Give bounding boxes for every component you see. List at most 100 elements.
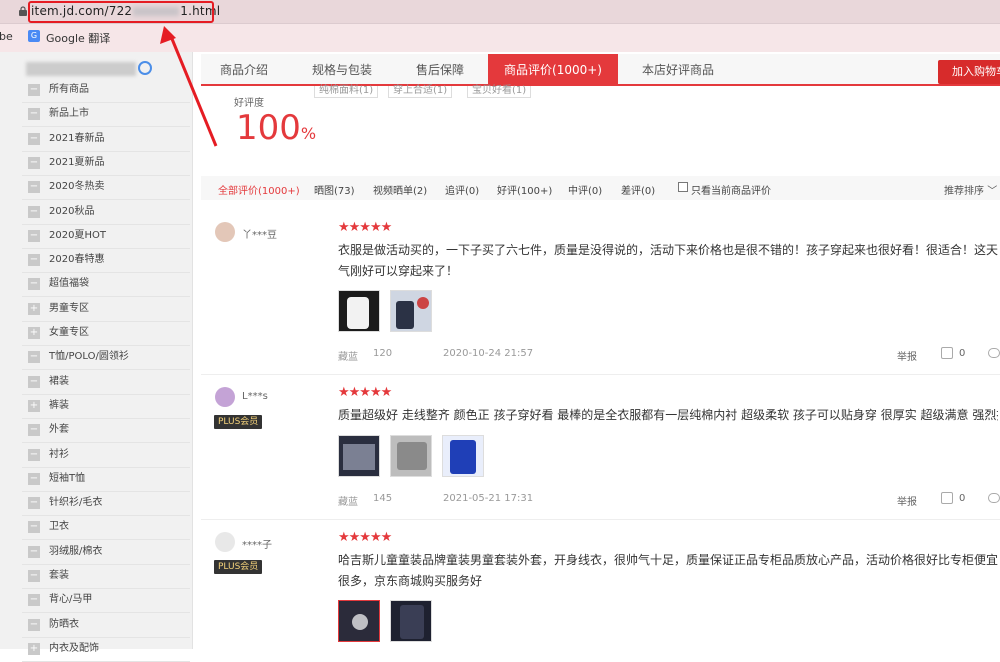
sidebar-category-item[interactable]: − 卫衣 [22,516,190,541]
tab-spec[interactable]: 规格与包装 [297,54,387,86]
thumbs-up-icon[interactable] [941,492,953,504]
collapse-icon[interactable]: − [28,545,40,558]
thumbs-up-icon[interactable] [941,347,953,359]
reviewer-name[interactable]: 丫***豆 [242,226,277,241]
chat-icon[interactable] [138,61,152,75]
sidebar-category-item[interactable]: − 防晒衣 [22,614,190,638]
sidebar-category-item[interactable]: − T恤/POLO/圆领衫 [22,346,190,371]
filter-neutral[interactable]: 中评(0) [568,182,602,197]
sidebar-category-item[interactable]: − 所有商品 [22,79,190,103]
review-item: 丫***豆 ★★★★★ 衣服是做活动买的，一下子买了六七件，质量是没得说的，活动… [201,210,1000,375]
sidebar-category-item[interactable]: −2021春新品 [22,128,190,152]
filter-videos[interactable]: 视频晒单(2) [373,182,427,197]
product-tabs: 商品介绍 规格与包装 售后保障 商品评价(1000+) 本店好评商品 [201,54,1000,86]
sidebar-category-item[interactable]: − 背心/马甲 [22,589,190,614]
sidebar-category-item[interactable]: − 新品上市 [22,103,190,128]
tab-intro[interactable]: 商品介绍 [201,54,287,86]
review-tag[interactable]: 穿上合适(1) [388,86,453,98]
sidebar-category-item[interactable]: − 短袖T恤 [22,468,190,492]
sidebar-category-label: 超值福袋 [49,278,89,290]
sidebar-category-item[interactable]: − 裙装 [22,371,190,395]
collapse-icon[interactable]: − [28,351,40,364]
sidebar-category-item[interactable]: − 衬衫 [22,444,190,468]
review-photo-thumbnail[interactable] [390,435,432,477]
bookmark-item[interactable]: be [0,30,13,43]
sidebar-category-label: 2020夏HOT [49,229,106,241]
report-link[interactable]: 举报 [897,348,917,363]
add-to-cart-button[interactable]: 加入购物车 [938,60,1000,84]
review-photo-thumbnail[interactable] [338,290,380,332]
sidebar-category-label: 女童专区 [49,327,89,338]
tab-aftersale[interactable]: 售后保障 [397,54,483,86]
collapse-icon[interactable]: − [28,108,40,121]
sidebar-category-label: 短袖T恤 [49,472,86,484]
sidebar-category-item[interactable]: − 针织衫/毛衣 [22,492,190,517]
review-photo-thumbnail[interactable] [390,600,432,642]
sidebar-category-item[interactable]: + 内衣及配饰 [22,638,190,662]
sidebar-category-label: 背心/马甲 [49,594,93,606]
review-video-thumbnail[interactable] [338,600,380,642]
reviewer-name[interactable]: ****子 [242,536,272,551]
collapse-icon[interactable]: − [28,594,40,607]
collapse-icon[interactable]: − [28,132,40,145]
collapse-icon[interactable]: − [28,521,40,534]
sidebar-category-item[interactable]: −2020冬热卖 [22,176,190,201]
collapse-icon[interactable]: − [28,375,40,388]
sidebar-category-label: 卫衣 [49,521,69,533]
comment-icon[interactable] [988,348,1000,358]
collapse-icon[interactable]: − [28,278,40,291]
sidebar-category-item[interactable]: −2020春特惠 [22,249,190,274]
sidebar-category-item[interactable]: + 裤装 [22,395,190,419]
sidebar-category-item[interactable]: − 外套 [22,419,190,444]
star-rating: ★★★★★ [338,385,392,400]
filter-all[interactable]: 全部评价(1000+) [218,182,300,197]
report-link[interactable]: 举报 [897,493,917,508]
like-count: 0 [959,493,966,504]
review-photo-thumbnail[interactable] [338,435,380,477]
review-variant: 藏蓝 [338,497,358,508]
collapse-icon[interactable]: − [28,156,40,169]
only-current-checkbox[interactable] [678,182,688,192]
sidebar-category-label: 外套 [49,424,69,436]
sidebar-category-item[interactable]: − 羽绒服/棉衣 [22,541,190,565]
review-tag[interactable]: 宝贝好看(1) [467,86,532,98]
only-current-label[interactable]: 只看当前商品评价 [691,182,771,197]
bookmark-google-translate[interactable]: Google 翻译 [46,30,110,46]
star-rating: ★★★★★ [338,530,392,545]
collapse-icon[interactable]: − [28,497,40,510]
filter-photos[interactable]: 晒图(73) [314,182,355,197]
collapse-icon[interactable]: − [28,570,40,582]
collapse-icon[interactable]: − [28,618,40,631]
collapse-icon[interactable]: − [28,84,40,96]
expand-icon[interactable]: + [28,327,40,339]
sidebar-category-label: 所有商品 [49,84,89,95]
review-photo-thumbnail[interactable] [442,435,484,477]
collapse-icon[interactable]: − [28,229,40,242]
expand-icon[interactable]: + [28,302,40,315]
comment-icon[interactable] [988,493,1000,503]
reviewer-name[interactable]: L***s [242,391,268,402]
collapse-icon[interactable]: − [28,181,40,194]
collapse-icon[interactable]: − [28,205,40,218]
filter-positive[interactable]: 好评(100+) [497,182,552,197]
collapse-icon[interactable]: − [28,424,40,437]
sidebar-category-item[interactable]: + 女童专区 [22,322,190,346]
filter-followup[interactable]: 追评(0) [445,182,479,197]
sidebar-category-item[interactable]: − 超值福袋 [22,273,190,298]
collapse-icon[interactable]: − [28,472,40,485]
review-tag[interactable]: 纯棉面料(1) [314,86,379,98]
sort-dropdown[interactable]: 推荐排序 ﹀ [944,182,997,197]
sidebar-category-item[interactable]: − 套装 [22,565,190,589]
sidebar-category-item[interactable]: + 男童专区 [22,298,190,322]
filter-negative[interactable]: 差评(0) [621,182,655,197]
sidebar-category-item[interactable]: −2020夏HOT [22,225,190,249]
sidebar-category-item[interactable]: −2020秋品 [22,201,190,225]
review-photo-thumbnail[interactable] [390,290,432,332]
tab-shop-favorites[interactable]: 本店好评商品 [628,54,728,86]
tab-reviews[interactable]: 商品评价(1000+) [488,54,618,86]
sidebar-category-item[interactable]: −2021夏新品 [22,152,190,176]
collapse-icon[interactable]: − [28,448,40,461]
expand-icon[interactable]: + [28,399,40,412]
address-bar[interactable]: item.jd.com/722 1.html [0,0,1000,24]
collapse-icon[interactable]: − [28,254,40,267]
